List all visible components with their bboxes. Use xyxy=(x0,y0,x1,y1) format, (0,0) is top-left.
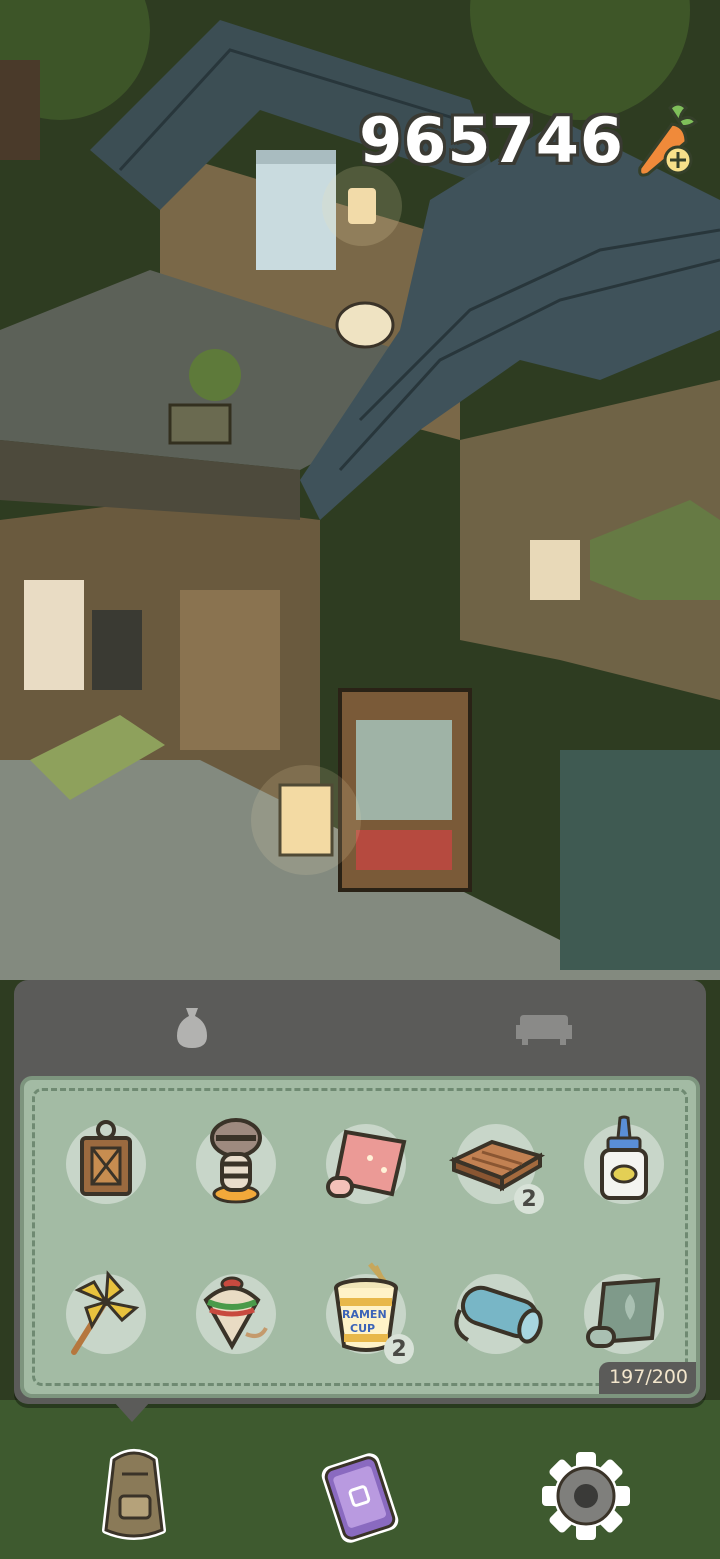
backpack-button[interactable] xyxy=(84,1446,184,1546)
item-pink-scroll[interactable] xyxy=(326,1124,407,1204)
inventory-capacity: 197/200 xyxy=(599,1362,696,1394)
item-lantern[interactable] xyxy=(66,1120,146,1204)
carrot-plus-icon xyxy=(638,102,699,177)
settings-button[interactable] xyxy=(536,1446,636,1546)
item-count: 2 xyxy=(514,1184,544,1214)
tab-furniture[interactable] xyxy=(444,980,644,1074)
green-wallpaper-roll-icon xyxy=(586,1277,661,1348)
raccoon-figurine-icon xyxy=(210,1118,262,1204)
spinning-top-icon xyxy=(203,1276,268,1351)
inventory-grid: 2 RAMEN CUP 2 197/200 xyxy=(20,1076,700,1398)
cup-label: CUP xyxy=(350,1322,376,1335)
item-raccoon-figurine[interactable] xyxy=(196,1118,276,1204)
lantern-icon xyxy=(80,1120,132,1196)
item-wooden-tray[interactable]: 2 xyxy=(448,1124,546,1214)
inventory-panel: 2 RAMEN CUP 2 197/200 xyxy=(14,980,706,1404)
item-pinwheel[interactable] xyxy=(66,1270,146,1355)
item-ramen-cup[interactable]: RAMEN CUP 2 xyxy=(326,1262,414,1364)
backpack-icon xyxy=(102,1449,166,1540)
ramen-label: RAMEN xyxy=(342,1308,387,1321)
item-count: 2 xyxy=(384,1334,414,1364)
item-green-wallpaper-roll[interactable] xyxy=(584,1274,664,1354)
phone-button[interactable] xyxy=(310,1446,410,1546)
gear-icon xyxy=(542,1452,630,1540)
yoga-mat-icon xyxy=(454,1285,543,1344)
bag-icon xyxy=(177,1008,207,1048)
item-yoga-mat[interactable] xyxy=(454,1274,543,1354)
pink-scroll-icon xyxy=(326,1129,407,1198)
tab-bag[interactable] xyxy=(92,980,292,1074)
add-carrots-button[interactable] xyxy=(630,98,700,182)
item-glue-bottle[interactable] xyxy=(584,1115,664,1204)
glue-bottle-icon xyxy=(600,1115,648,1200)
phone-icon xyxy=(321,1453,399,1543)
item-spinning-top[interactable] xyxy=(196,1274,276,1354)
carrot-counter: 965746 xyxy=(359,98,700,182)
sofa-icon xyxy=(516,1015,572,1045)
panel-pointer xyxy=(114,1402,150,1422)
pinwheel-icon xyxy=(71,1270,140,1355)
carrot-count: 965746 xyxy=(359,103,624,177)
